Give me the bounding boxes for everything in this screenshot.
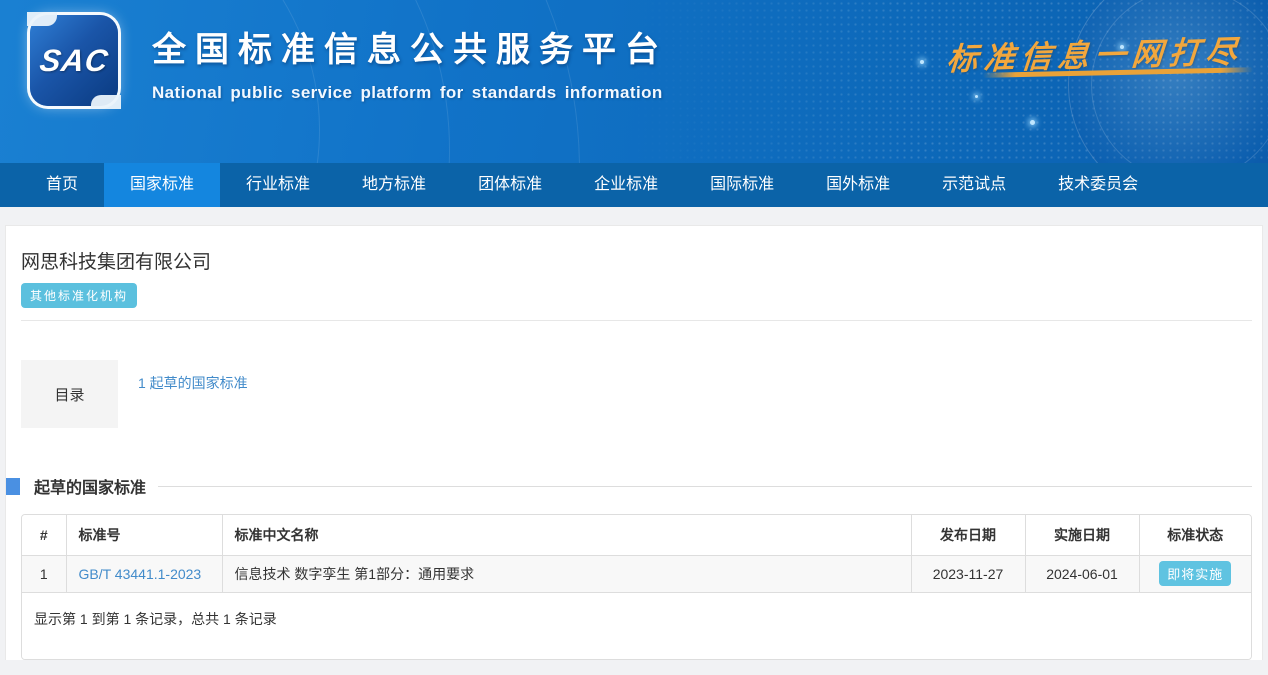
nav-item-enterprise-standards[interactable]: 企业标准 [568,163,684,207]
section-head: 起草的国家标准 [6,474,1252,498]
col-header-status: 标准状态 [1139,515,1251,555]
table-record-summary: 显示第 1 到第 1 条记录，总共 1 条记录 [22,593,1251,659]
nav-item-industry-standards[interactable]: 行业标准 [220,163,336,207]
site-subtitle: National public service platform for sta… [152,83,668,103]
standard-no-link[interactable]: GB/T 43441.1-2023 [79,566,202,582]
spark-decoration [975,95,978,98]
globe-decoration [1068,0,1268,163]
divider [21,320,1252,321]
cell-standard-no: GB/T 43441.1-2023 [66,555,222,592]
org-type-badge: 其他标准化机构 [21,283,137,308]
nav-item-foreign-standards[interactable]: 国外标准 [800,163,916,207]
content-card: 网思科技集团有限公司 其他标准化机构 目录 1 起草的国家标准 起草的国家标准 … [5,225,1263,660]
nav-item-pilot-programs[interactable]: 示范试点 [916,163,1032,207]
cell-index: 1 [22,555,66,592]
toc-box: 目录 1 起草的国家标准 [21,360,1252,428]
nav-item-technical-committees[interactable]: 技术委员会 [1032,163,1164,207]
nav-item-national-standards[interactable]: 国家标准 [104,163,220,207]
header-banner: SAC 全国标准信息公共服务平台 National public service… [0,0,1268,163]
org-name: 网思科技集团有限公司 [21,247,1252,274]
sac-logo[interactable]: SAC [30,15,118,106]
toc-label: 目录 [21,360,118,428]
site-title: 全国标准信息公共服务平台 [152,22,668,71]
col-header-impl-date: 实施日期 [1025,515,1139,555]
spark-decoration [920,60,924,64]
col-header-index: # [22,515,66,555]
col-header-pub-date: 发布日期 [911,515,1025,555]
section-marker-decoration [6,478,20,495]
toc-body: 1 起草的国家标准 [118,360,1252,428]
cell-name-cn: 信息技术 数字孪生 第1部分：通用要求 [222,555,911,592]
cell-impl-date: 2024-06-01 [1025,555,1139,592]
toc-link-drafted-standards[interactable]: 1 起草的国家标准 [138,375,248,391]
standards-table-container: # 标准号 标准中文名称 发布日期 实施日期 标准状态 1 GB/T 43441… [21,514,1252,660]
section-line-decoration [158,486,1252,487]
sac-logo-text: SAC [37,43,111,79]
nav-item-group-standards[interactable]: 团体标准 [452,163,568,207]
main-nav: 首页 国家标准 行业标准 地方标准 团体标准 企业标准 国际标准 国外标准 示范… [0,163,1268,207]
site-title-block: 全国标准信息公共服务平台 National public service pla… [152,22,668,103]
standards-table: # 标准号 标准中文名称 发布日期 实施日期 标准状态 1 GB/T 43441… [22,515,1251,593]
cell-status: 即将实施 [1139,555,1251,592]
nav-item-local-standards[interactable]: 地方标准 [336,163,452,207]
table-row: 1 GB/T 43441.1-2023 信息技术 数字孪生 第1部分：通用要求 … [22,555,1251,592]
nav-item-international-standards[interactable]: 国际标准 [684,163,800,207]
col-header-standard-no: 标准号 [66,515,222,555]
table-header-row: # 标准号 标准中文名称 发布日期 实施日期 标准状态 [22,515,1251,555]
nav-item-home[interactable]: 首页 [20,163,104,207]
status-badge: 即将实施 [1159,561,1231,586]
col-header-name-cn: 标准中文名称 [222,515,911,555]
cell-pub-date: 2023-11-27 [911,555,1025,592]
section-title: 起草的国家标准 [34,474,146,498]
spark-decoration [1030,120,1035,125]
